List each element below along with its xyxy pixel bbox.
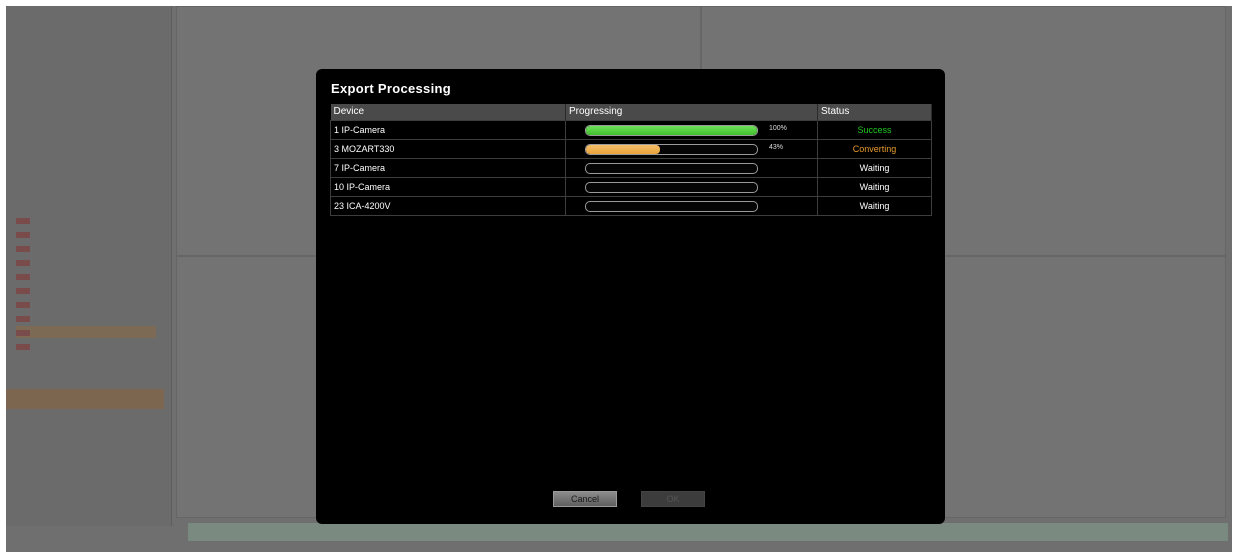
- export-table: Device Progressing Status 1 IP-Camera 10…: [330, 104, 932, 216]
- device-name: 3 MOZART330: [330, 138, 566, 159]
- tree-item: [16, 256, 156, 268]
- column-header-device: Device: [330, 104, 566, 120]
- progress-fill: [586, 125, 757, 135]
- status-label: Waiting: [817, 176, 932, 197]
- left-panel-button: [6, 436, 164, 456]
- tree-item: [16, 228, 156, 240]
- progress-fill: [586, 144, 660, 154]
- progress-cell: [565, 195, 818, 216]
- tree-item: [16, 340, 156, 352]
- progress-cell: [565, 157, 818, 178]
- tree-item: [16, 284, 156, 296]
- left-panel-button: [6, 389, 164, 409]
- tree-item: [16, 214, 156, 226]
- export-processing-dialog: Export Processing Device Progressing Sta…: [316, 69, 945, 524]
- left-panel-button: [6, 414, 164, 434]
- column-header-progressing: Progressing: [565, 104, 818, 120]
- progress-bar: [585, 162, 758, 174]
- status-label: Success: [817, 119, 932, 140]
- ok-button[interactable]: OK: [641, 491, 705, 507]
- status-label: Waiting: [817, 195, 932, 216]
- progress-cell: 100%: [565, 119, 818, 140]
- cancel-button[interactable]: Cancel: [553, 491, 617, 507]
- device-name: 7 IP-Camera: [330, 157, 566, 178]
- timeline-bar: [188, 523, 1228, 541]
- device-name: 10 IP-Camera: [330, 176, 566, 197]
- progress-cell: [565, 176, 818, 197]
- dialog-title: Export Processing: [331, 81, 451, 96]
- tree-item: [16, 270, 156, 282]
- status-label: Waiting: [817, 157, 932, 178]
- table-row: 3 MOZART330 43% Converting: [330, 138, 932, 159]
- table-row: 10 IP-Camera Waiting: [330, 176, 932, 197]
- device-name: 23 ICA-4200V: [330, 195, 566, 216]
- table-row: 1 IP-Camera 100% Success: [330, 119, 932, 140]
- progress-bar: [585, 124, 758, 136]
- device-name: 1 IP-Camera: [330, 119, 566, 140]
- column-header-status: Status: [817, 104, 932, 120]
- status-label: Converting: [817, 138, 932, 159]
- progress-bar: [585, 200, 758, 212]
- table-header-row: Device Progressing Status: [330, 104, 932, 120]
- progress-percent: 43%: [769, 143, 784, 151]
- tree-item: [16, 326, 156, 338]
- progress-cell: 43%: [565, 138, 818, 159]
- dialog-footer: Cancel OK: [316, 491, 945, 509]
- progress-bar: [585, 143, 758, 155]
- table-row: 7 IP-Camera Waiting: [330, 157, 932, 178]
- left-panel: [6, 6, 172, 526]
- table-row: 23 ICA-4200V Waiting: [330, 195, 932, 216]
- tree-item: [16, 312, 156, 324]
- tree-item: [16, 298, 156, 310]
- tree-item: [16, 242, 156, 254]
- progress-percent: 100%: [769, 124, 787, 132]
- progress-bar: [585, 181, 758, 193]
